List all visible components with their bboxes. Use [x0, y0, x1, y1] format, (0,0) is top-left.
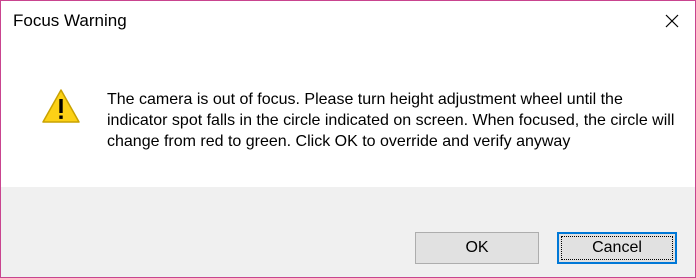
focus-warning-dialog: Focus Warning The camera is out of focus…: [0, 0, 696, 278]
warning-message: The camera is out of focus. Please turn …: [107, 91, 675, 150]
dialog-footer: OK Cancel: [1, 187, 695, 277]
ok-button[interactable]: OK: [415, 232, 539, 264]
dialog-title: Focus Warning: [13, 11, 127, 30]
title-bar: Focus Warning: [1, 1, 695, 41]
focus-ring: [561, 236, 673, 260]
dialog-content: The camera is out of focus. Please turn …: [1, 41, 695, 187]
close-button[interactable]: [649, 1, 695, 41]
warning-triangle-icon: [42, 89, 80, 123]
cancel-button[interactable]: Cancel: [557, 232, 677, 264]
close-icon: [665, 14, 679, 28]
